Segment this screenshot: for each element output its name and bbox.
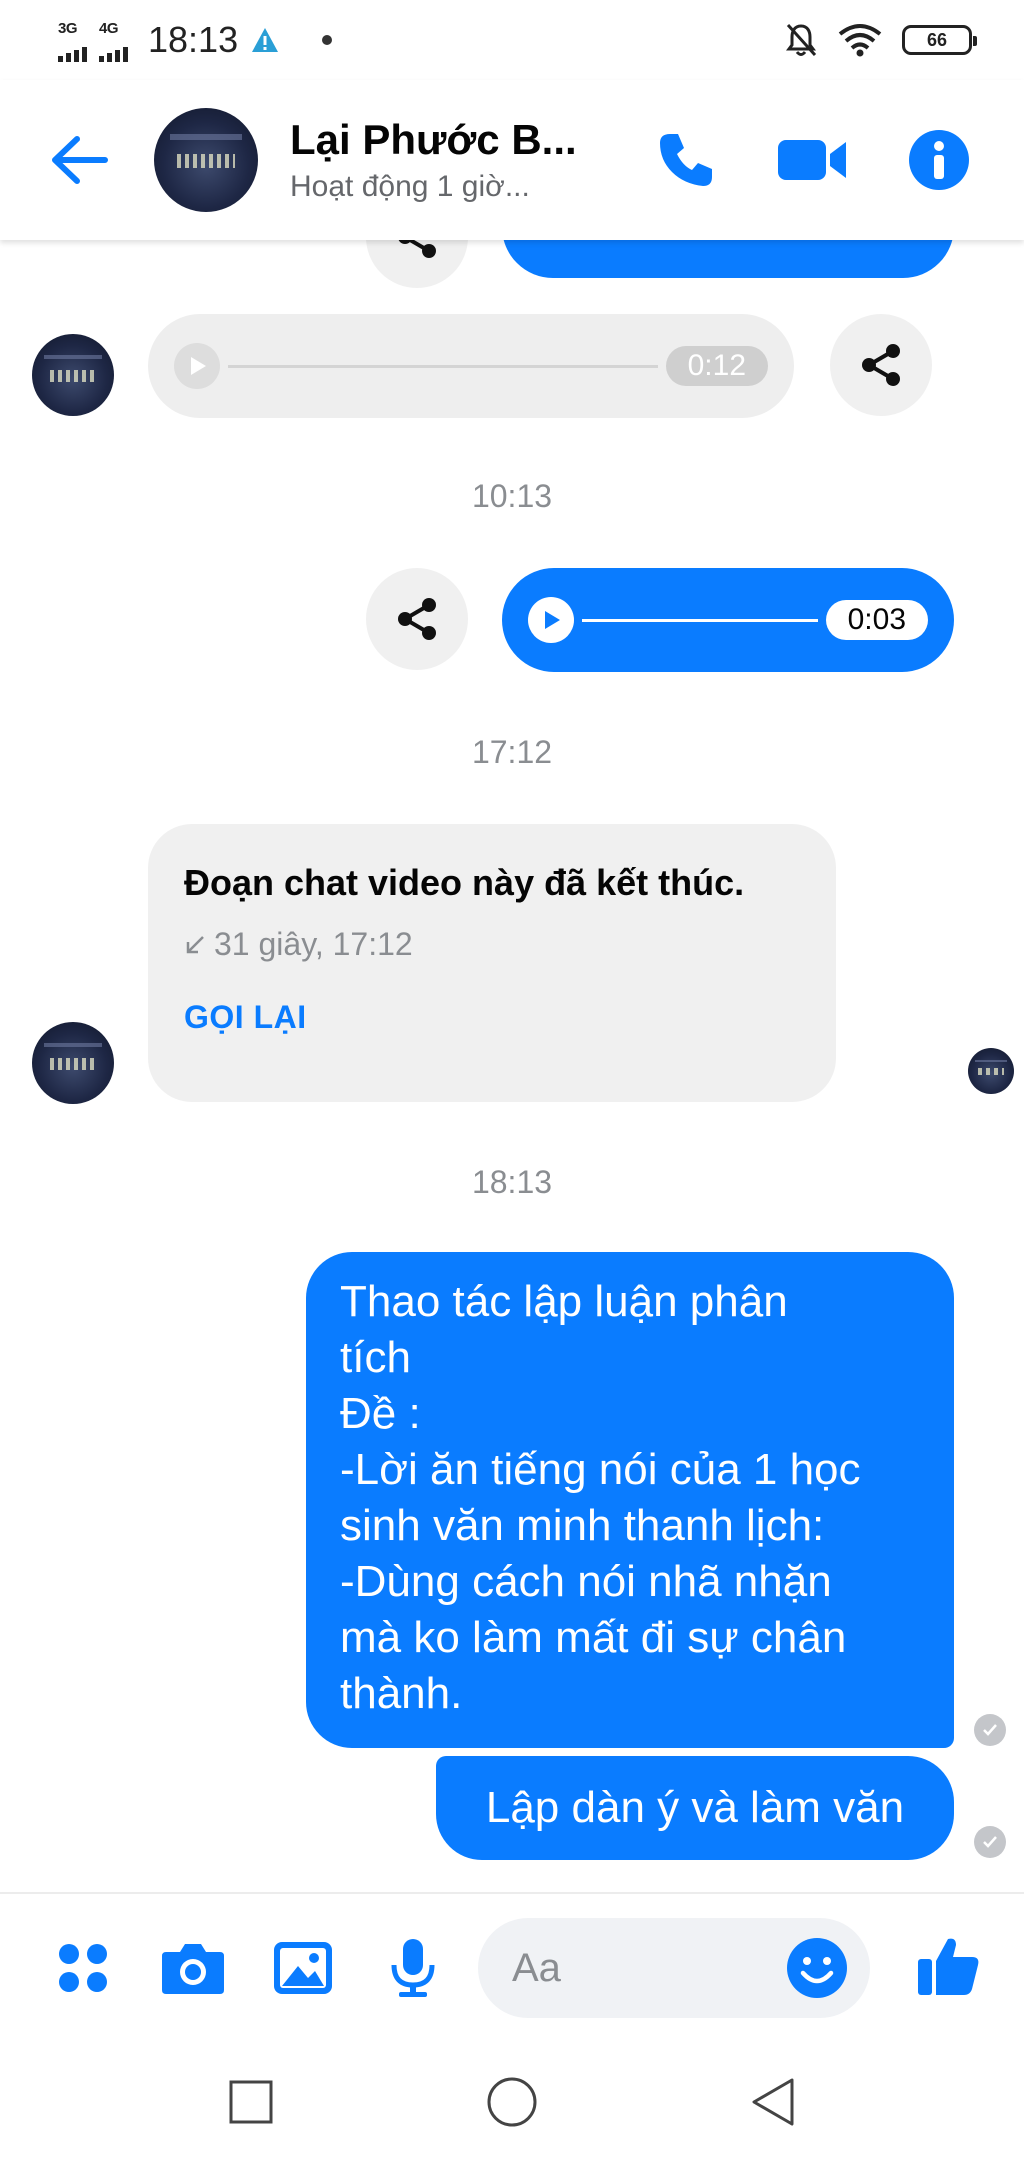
warning-icon — [252, 28, 279, 52]
seen-receipt-avatar — [968, 1048, 1014, 1094]
call-meta: 31 giây, 17:12 — [184, 926, 800, 963]
video-camera-icon — [778, 140, 846, 180]
audio-message-partial[interactable] — [502, 240, 954, 278]
status-time: 18:13 — [148, 19, 239, 60]
audio-duration: 0:12 — [665, 346, 768, 386]
audio-message-incoming[interactable]: 0:12 — [148, 314, 794, 418]
play-icon — [545, 611, 560, 629]
sent-check-icon — [974, 1826, 1006, 1858]
video-call-button[interactable] — [776, 134, 850, 186]
voice-call-button[interactable] — [654, 128, 718, 192]
play-button[interactable] — [174, 343, 220, 389]
message-line: sinh văn minh thanh lịch: — [340, 1501, 825, 1550]
wifi-icon — [838, 24, 882, 57]
message-list[interactable]: 0:12 10:13 0:03 17:12 Đoạn chat video nà… — [0, 240, 1024, 1892]
image-icon — [274, 1942, 332, 1994]
timestamp: 10:13 — [471, 478, 553, 514]
conversation-info-button[interactable] — [908, 129, 970, 191]
signal-3g-indicator: 3G — [58, 18, 87, 62]
gallery-button[interactable] — [270, 1935, 336, 2001]
system-navigation-bar — [0, 2042, 1024, 2162]
share-icon — [398, 598, 436, 640]
share-icon — [862, 344, 900, 386]
like-button[interactable] — [916, 1933, 982, 2004]
video-call-ended-card: Đoạn chat video này đã kết thúc. 31 giây… — [148, 824, 836, 1102]
signal-4g-indicator: 4G — [99, 18, 128, 62]
timestamp: 18:13 — [471, 1164, 553, 1200]
voice-record-button[interactable] — [380, 1935, 446, 2001]
share-icon — [398, 240, 436, 258]
share-button[interactable] — [366, 568, 468, 670]
home-button[interactable] — [472, 2062, 552, 2142]
audio-duration: 0:03 — [825, 600, 928, 640]
back-button[interactable] — [44, 125, 114, 195]
play-button[interactable] — [528, 597, 574, 643]
message-line: Đề : — [340, 1389, 421, 1438]
incoming-call-arrow-icon — [186, 935, 204, 953]
battery-indicator: 66 — [902, 25, 977, 55]
message-input-wrapper[interactable] — [478, 1918, 870, 2018]
call-ended-title: Đoạn chat video này đã kết thúc. — [184, 862, 745, 903]
text-message-outgoing[interactable]: Thao tác lập luận phân tích Đề : -Lời ăn… — [306, 1252, 954, 1748]
network-type-label: 3G — [58, 20, 78, 37]
info-icon — [909, 130, 969, 190]
recent-apps-icon — [229, 2080, 273, 2124]
back-nav-icon — [752, 2078, 794, 2126]
message-input[interactable] — [512, 1945, 786, 1991]
sender-avatar — [32, 334, 114, 416]
sender-avatar — [32, 1022, 114, 1104]
sent-check-icon — [974, 1714, 1006, 1746]
message-line: mà ko làm mất đi sự chân — [340, 1613, 847, 1662]
network-type-label: 4G — [99, 20, 119, 37]
contact-title-block[interactable]: Lại Phước B... Hoạt động 1 giờ... — [290, 116, 590, 204]
call-back-button[interactable]: GỌI LẠI — [184, 999, 307, 1036]
audio-progress-track[interactable] — [228, 364, 658, 368]
contact-active-status: Hoạt động 1 giờ... — [290, 170, 530, 203]
message-text: Lập dàn ý và làm văn — [485, 1783, 905, 1832]
emoji-icon[interactable] — [786, 1937, 848, 1999]
mute-bell-icon — [786, 23, 817, 57]
conversation-header: Lại Phước B... Hoạt động 1 giờ... — [0, 80, 1024, 240]
phone-icon — [660, 134, 712, 186]
message-line: Thao tác lập luận phân — [340, 1277, 788, 1326]
audio-message-outgoing[interactable]: 0:03 — [502, 568, 954, 672]
share-button[interactable] — [366, 240, 468, 288]
audio-progress-track[interactable] — [582, 618, 818, 622]
call-duration-time: 31 giây, 17:12 — [214, 926, 413, 962]
apps-icon — [59, 1944, 107, 1992]
system-back-button[interactable] — [733, 2062, 813, 2142]
camera-button[interactable] — [160, 1935, 226, 2001]
recent-apps-button[interactable] — [211, 2062, 291, 2142]
notification-dot — [322, 35, 333, 45]
share-button[interactable] — [830, 314, 932, 416]
play-icon — [191, 357, 206, 375]
text-message-outgoing[interactable]: Lập dàn ý và làm văn — [436, 1756, 954, 1860]
home-icon — [487, 2077, 537, 2127]
back-arrow-icon — [52, 136, 108, 184]
status-bar: 3G 4G 18:13 66 — [0, 0, 1024, 80]
contact-avatar[interactable] — [154, 108, 258, 212]
timestamp: 17:12 — [471, 734, 553, 770]
camera-icon — [162, 1944, 224, 1994]
more-actions-button[interactable] — [50, 1935, 116, 2001]
contact-name: Lại Phước B... — [290, 116, 577, 163]
microphone-icon — [391, 1939, 435, 1997]
thumbs-up-icon — [918, 1938, 979, 1995]
message-composer — [0, 1892, 1024, 2042]
message-line: tích — [340, 1333, 411, 1382]
message-line: thành. — [340, 1669, 463, 1718]
message-line: -Lời ăn tiếng nói của 1 học — [340, 1445, 861, 1494]
message-line: -Dùng cách nói nhã nhặn — [340, 1557, 832, 1606]
